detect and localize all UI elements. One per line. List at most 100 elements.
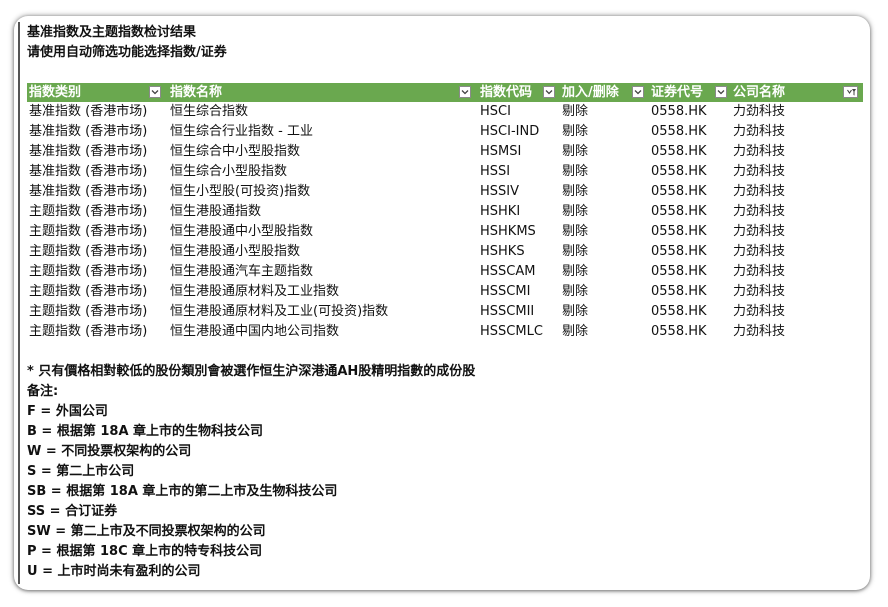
- cell-add-remove[interactable]: 剔除: [562, 162, 588, 182]
- cell-index-name[interactable]: 恒生综合中小型股指数: [170, 142, 300, 162]
- cell-index-code[interactable]: HSHKMS: [480, 222, 536, 242]
- cell-index-category[interactable]: 主题指数 (香港市场): [29, 302, 147, 322]
- cell-stock-code[interactable]: 0558.HK: [651, 182, 707, 202]
- table-row: 基准指数 (香港市场) 恒生综合小型股指数 HSSI 剔除 0558.HK 力劲科技: [27, 162, 863, 182]
- cell-company-name[interactable]: 力劲科技: [733, 102, 785, 122]
- cell-stock-code[interactable]: 0558.HK: [651, 162, 707, 182]
- cell-company-name[interactable]: 力劲科技: [733, 322, 785, 342]
- legend-item: P = 根据第 18C 章上市的特专科技公司: [27, 544, 263, 559]
- table-row: 主题指数 (香港市场) 恒生港股通中小型股指数 HSHKMS 剔除 0558.HK 力劲科…: [27, 222, 863, 242]
- cell-index-code[interactable]: HSHKI: [480, 202, 520, 222]
- cell-add-remove[interactable]: 剔除: [562, 122, 588, 142]
- table-body: 基准指数 (香港市场) 恒生综合指数 HSCI 剔除 0558.HK 力劲科技 基准指数 (…: [27, 102, 863, 342]
- cell-index-category[interactable]: 基准指数 (香港市场): [29, 142, 147, 162]
- cell-index-name[interactable]: 恒生综合指数: [170, 102, 248, 122]
- cell-stock-code[interactable]: 0558.HK: [651, 102, 707, 122]
- cell-index-code[interactable]: HSSCMLC: [480, 322, 543, 342]
- cell-stock-code[interactable]: 0558.HK: [651, 202, 707, 222]
- cell-stock-code[interactable]: 0558.HK: [651, 122, 707, 142]
- cell-index-name[interactable]: 恒生港股通小型股指数: [170, 242, 300, 262]
- chevron-down-icon: [717, 90, 725, 95]
- cell-index-category[interactable]: 主题指数 (香港市场): [29, 242, 147, 262]
- chevron-down-icon: [634, 90, 642, 95]
- cell-add-remove[interactable]: 剔除: [562, 102, 588, 122]
- cell-add-remove[interactable]: 剔除: [562, 182, 588, 202]
- filter-button-index-category[interactable]: [149, 86, 161, 98]
- filter-button-company-name[interactable]: [843, 86, 858, 98]
- filter-applied-icon: [846, 88, 856, 95]
- cell-add-remove[interactable]: 剔除: [562, 302, 588, 322]
- header-index-category: 指数类别: [29, 85, 82, 100]
- cell-index-code[interactable]: HSSI: [480, 162, 510, 182]
- cell-stock-code[interactable]: 0558.HK: [651, 142, 707, 162]
- cell-index-category[interactable]: 主题指数 (香港市场): [29, 322, 147, 342]
- cell-index-code[interactable]: HSCI-IND: [480, 122, 539, 142]
- cell-index-category[interactable]: 主题指数 (香港市场): [29, 282, 147, 302]
- cell-company-name[interactable]: 力劲科技: [733, 282, 785, 302]
- filter-button-index-code[interactable]: [543, 86, 555, 98]
- cell-index-category[interactable]: 主题指数 (香港市场): [29, 202, 147, 222]
- footnote: * 只有價格相對較低的股份類別會被選作恒生沪深港通AH股精明指數的成份股: [27, 364, 476, 379]
- cell-add-remove[interactable]: 剔除: [562, 262, 588, 282]
- cell-stock-code[interactable]: 0558.HK: [651, 222, 707, 242]
- filter-button-add-remove[interactable]: [632, 86, 644, 98]
- header-stock-code: 证券代号: [651, 85, 704, 100]
- cell-company-name[interactable]: 力劲科技: [733, 222, 785, 242]
- table-row: 基准指数 (香港市场) 恒生综合指数 HSCI 剔除 0558.HK 力劲科技: [27, 102, 863, 122]
- table-row: 基准指数 (香港市场) 恒生综合行业指数 - 工业 HSCI-IND 剔除 0558.H…: [27, 122, 863, 142]
- cell-add-remove[interactable]: 剔除: [562, 322, 588, 342]
- cell-index-name[interactable]: 恒生综合行业指数 - 工业: [170, 122, 313, 142]
- table-row: 主题指数 (香港市场) 恒生港股通指数 HSHKI 剔除 0558.HK 力劲科技: [27, 202, 863, 222]
- cell-add-remove[interactable]: 剔除: [562, 142, 588, 162]
- cell-stock-code[interactable]: 0558.HK: [651, 242, 707, 262]
- cell-index-category[interactable]: 基准指数 (香港市场): [29, 122, 147, 142]
- legend-item: U = 上市时尚未有盈利的公司: [27, 564, 201, 579]
- cell-add-remove[interactable]: 剔除: [562, 202, 588, 222]
- cell-index-category[interactable]: 主题指数 (香港市场): [29, 262, 147, 282]
- cell-index-code[interactable]: HSSCMII: [480, 302, 534, 322]
- chevron-down-icon: [545, 90, 553, 95]
- cell-index-name[interactable]: 恒生港股通中小型股指数: [170, 222, 313, 242]
- cell-company-name[interactable]: 力劲科技: [733, 242, 785, 262]
- cell-index-name[interactable]: 恒生港股通指数: [170, 202, 261, 222]
- header-index-code: 指数代码: [480, 85, 533, 100]
- cell-index-code[interactable]: HSCI: [480, 102, 511, 122]
- cell-company-name[interactable]: 力劲科技: [733, 302, 785, 322]
- cell-stock-code[interactable]: 0558.HK: [651, 302, 707, 322]
- spreadsheet-window: 基准指数及主题指数检讨结果 请使用自动筛选功能选择指数/证券 指数类别 指数名称…: [14, 16, 870, 590]
- cell-index-category[interactable]: 基准指数 (香港市场): [29, 102, 147, 122]
- cell-add-remove[interactable]: 剔除: [562, 242, 588, 262]
- cell-index-code[interactable]: HSSCAM: [480, 262, 535, 282]
- cell-company-name[interactable]: 力劲科技: [733, 182, 785, 202]
- cell-index-category[interactable]: 主题指数 (香港市场): [29, 222, 147, 242]
- cell-stock-code[interactable]: 0558.HK: [651, 322, 707, 342]
- cell-stock-code[interactable]: 0558.HK: [651, 282, 707, 302]
- cell-index-name[interactable]: 恒生港股通原材料及工业指数: [170, 282, 339, 302]
- cell-index-name[interactable]: 恒生小型股(可投资)指数: [170, 182, 310, 202]
- legend-item: W = 不同投票权架构的公司: [27, 444, 192, 459]
- cell-company-name[interactable]: 力劲科技: [733, 262, 785, 282]
- cell-index-code[interactable]: HSSIV: [480, 182, 519, 202]
- cell-index-name[interactable]: 恒生港股通汽车主题指数: [170, 262, 313, 282]
- cell-stock-code[interactable]: 0558.HK: [651, 262, 707, 282]
- filter-button-index-name[interactable]: [459, 86, 471, 98]
- legend-item: SS = 合订证券: [27, 504, 118, 519]
- cell-index-name[interactable]: 恒生综合小型股指数: [170, 162, 287, 182]
- cell-company-name[interactable]: 力劲科技: [733, 202, 785, 222]
- cell-index-category[interactable]: 基准指数 (香港市场): [29, 182, 147, 202]
- cell-index-name[interactable]: 恒生港股通原材料及工业(可投资)指数: [170, 302, 388, 322]
- cell-index-name[interactable]: 恒生港股通中国内地公司指数: [170, 322, 339, 342]
- table-row: 主题指数 (香港市场) 恒生港股通原材料及工业指数 HSSCMI 剔除 0558.HK 力…: [27, 282, 863, 302]
- cell-company-name[interactable]: 力劲科技: [733, 122, 785, 142]
- cell-add-remove[interactable]: 剔除: [562, 222, 588, 242]
- cell-add-remove[interactable]: 剔除: [562, 282, 588, 302]
- legend-item: SW = 第二上市及不同投票权架构的公司: [27, 524, 266, 539]
- sheet-title: 基准指数及主题指数检讨结果: [27, 25, 197, 40]
- cell-company-name[interactable]: 力劲科技: [733, 162, 785, 182]
- filter-button-stock-code[interactable]: [715, 86, 727, 98]
- cell-company-name[interactable]: 力劲科技: [733, 142, 785, 162]
- cell-index-code[interactable]: HSHKS: [480, 242, 525, 262]
- cell-index-code[interactable]: HSMSI: [480, 142, 521, 162]
- cell-index-code[interactable]: HSSCMI: [480, 282, 530, 302]
- cell-index-category[interactable]: 基准指数 (香港市场): [29, 162, 147, 182]
